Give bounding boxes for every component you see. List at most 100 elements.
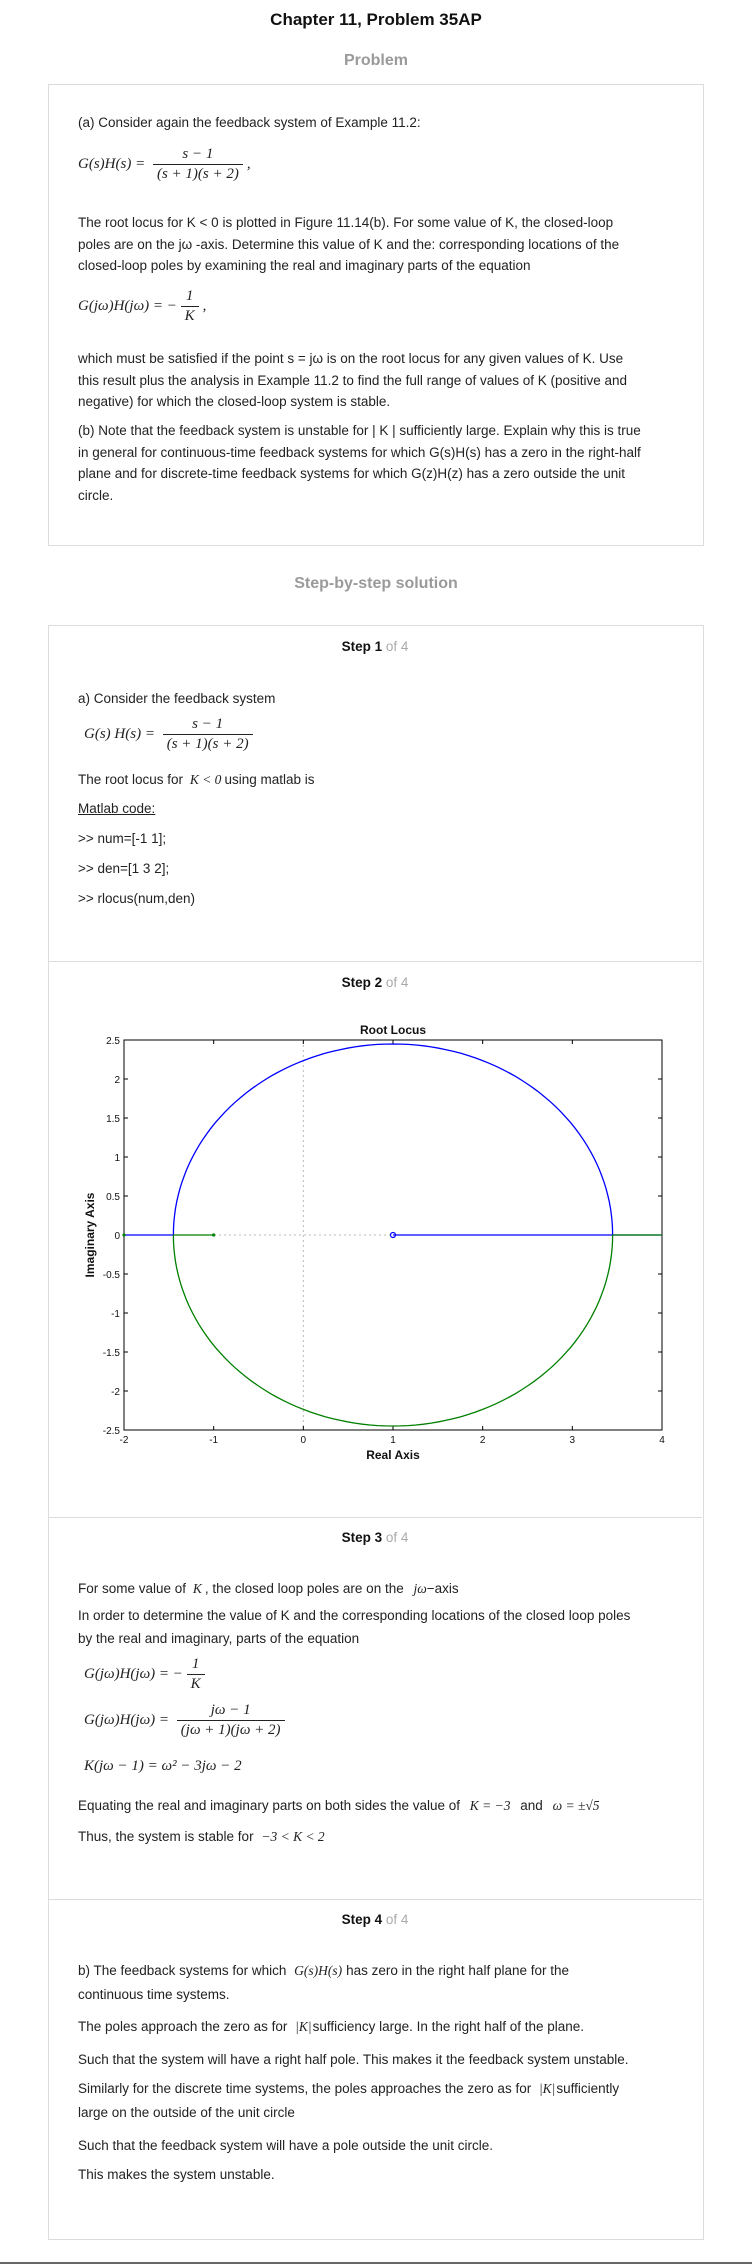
step3-l1-m2: jω [413, 1581, 427, 1596]
eqA-fraction: 1 K [186, 1656, 205, 1693]
y-tick-label: -2.5 [103, 1426, 121, 1437]
x-tick-label: 0 [301, 1435, 307, 1446]
y-tick-label: -2 [111, 1387, 120, 1398]
step4-line-5: Similarly for the discrete time systems,… [78, 2078, 678, 2100]
step1-l2-post: using matlab is [224, 772, 315, 787]
step3-equation-a: G(jω)H(jω) = − 1 K [84, 1656, 209, 1693]
step4-l3-post: sufficiency large. In the right half of … [312, 2019, 585, 2034]
step-divider [48, 1517, 702, 1518]
code-line-1: >> num=[-1 1]; [78, 831, 167, 846]
eq2-denominator: K [184, 308, 195, 324]
y-tick-label: 0 [114, 1231, 120, 1242]
problem-para1: The root locus for K < 0 is plotted in F… [78, 212, 678, 277]
code-line-2: >> den=[1 3 2]; [78, 861, 170, 876]
eqA-lhs: G(jω)H(jω) = − [84, 1665, 183, 1682]
eq1-fraction: s − 1 (s + 1)(s + 2) [152, 146, 243, 183]
para3-line: in general for continuous-time feedback … [78, 444, 641, 460]
eqA-numerator: 1 [186, 1656, 205, 1675]
eq1-numerator: s − 1 [152, 146, 243, 165]
para3-line: circle. [78, 487, 114, 503]
pole-marker [122, 1233, 126, 1237]
step4-line-4: Such that the system will have a right h… [78, 2052, 629, 2067]
x-axis-label: Real Axis [366, 1448, 420, 1462]
page-bottom-rule [0, 2262, 752, 2264]
para2-line: negative) for which the closed-loop syst… [78, 394, 391, 409]
step-of: of 4 [385, 1912, 409, 1927]
para3-line: plane and for discrete-time feedback sys… [78, 466, 625, 481]
matlab-label: Matlab code: [78, 801, 156, 816]
step1-equation: G(s) H(s) = s − 1 (s + 1)(s + 2) [84, 716, 257, 753]
step3-line-3: by the real and imaginary, parts of the … [78, 1631, 360, 1646]
step4-l5-m: |K| [538, 2081, 556, 2096]
para2-line: this result plus the analysis in Example… [78, 372, 628, 388]
step4-line-1: b) The feedback systems for which G(s)H(… [78, 1960, 678, 1982]
para2-line: which must be satisfied if the point s =… [78, 351, 624, 366]
step4-line-3: The poles approach the zero as for |K|su… [78, 2016, 678, 2038]
solution-heading: Step-by-step solution [294, 575, 458, 592]
step-of: of 4 [385, 975, 409, 990]
y-tick-label: 1.5 [106, 1114, 120, 1125]
step4-l3-m: |K| [295, 2019, 312, 2034]
step-divider [48, 1899, 702, 1900]
eq2-tail: , [202, 297, 207, 314]
eqB-fraction: jω − 1 (jω + 1)(jω + 2) [176, 1702, 285, 1739]
step3-l1-post: −axis [426, 1581, 459, 1596]
y-tick-label: 0.5 [106, 1192, 120, 1203]
step-3-header: Step 3 of 4 [48, 1530, 702, 1545]
step-word: Step [341, 1912, 371, 1927]
problem-heading: Problem [343, 52, 408, 69]
step1-l2-math: K < 0 [189, 772, 222, 787]
eq2-numerator: 1 [180, 288, 199, 307]
step-word: Step [341, 975, 371, 990]
y-tick-label: 2 [114, 1075, 120, 1086]
step4-line-8: This makes the system unstable. [78, 2167, 275, 2182]
step3-l5-m: −3 < K < 2 [261, 1829, 325, 1844]
step-number: 2 [374, 975, 383, 990]
step1-eq-fraction: s − 1 (s + 1)(s + 2) [162, 716, 253, 753]
step1-eq-numerator: s − 1 [162, 716, 253, 735]
x-tick-label: 1 [390, 1435, 396, 1446]
step-4-header: Step 4 of 4 [48, 1912, 702, 1927]
step3-line-1: For some value of K, the closed loop pol… [78, 1578, 678, 1600]
step-2-header: Step 2 of 4 [48, 975, 702, 990]
eqB-denominator: (jω + 1)(jω + 2) [180, 1722, 281, 1738]
step-number: 4 [374, 1912, 383, 1927]
eq1-lhs: G(s)H(s) = [78, 155, 146, 172]
step3-l4-m2: ω = ±√5 [552, 1798, 600, 1813]
step1-line-2: The root locus for K < 0 using matlab is [78, 769, 678, 791]
step3-equation-b: G(jω)H(jω) = jω − 1 (jω + 1)(jω + 2) [84, 1702, 289, 1739]
x-tick-label: 4 [659, 1435, 665, 1446]
step3-l1-mid: , the closed loop poles are on the [204, 1581, 404, 1596]
eq1-denominator: (s + 1)(s + 2) [156, 166, 239, 182]
step3-line-2: In order to determine the value of K and… [78, 1608, 631, 1623]
step-number: 3 [374, 1530, 383, 1545]
step3-l1-pre: For some value of [78, 1581, 187, 1596]
step-1-header: Step 1 of 4 [48, 639, 702, 654]
step3-line-4: Equating the real and imaginary parts on… [78, 1795, 678, 1817]
x-tick-label: 2 [480, 1435, 486, 1446]
equation-2: G(jω)H(jω) = − 1 K , [78, 288, 206, 325]
y-tick-label: 2.5 [106, 1036, 120, 1047]
problem-para2: which must be satisfied if the point s =… [78, 348, 678, 413]
step4-l1-m: G(s)H(s) [294, 1963, 343, 1978]
step4-l5-pre: Similarly for the discrete time systems,… [78, 2081, 532, 2096]
para1-line: closed-loop poles by examining the real … [78, 258, 531, 273]
x-tick-label: 3 [570, 1435, 576, 1446]
problem-para3: (b) Note that the feedback system is uns… [78, 420, 678, 506]
step3-l5-pre: Thus, the system is stable for [78, 1829, 254, 1844]
step4-line-6: large on the outside of the unit circle [78, 2105, 295, 2120]
y-tick-label: -1.5 [103, 1348, 121, 1359]
step-word: Step [341, 639, 371, 654]
step-divider [48, 961, 702, 962]
step3-l4-and: and [520, 1798, 543, 1813]
code-line-3: >> rlocus(num,den) [78, 891, 196, 906]
step3-l1-m1: K [192, 1581, 202, 1596]
step3-l4-pre: Equating the real and imaginary parts on… [78, 1798, 460, 1813]
problem-intro: (a) Consider again the feedback system o… [78, 115, 421, 130]
eqA-denominator: K [190, 1676, 201, 1692]
step1-l2-pre: The root locus for [78, 772, 184, 787]
step1-eq-lhs: G(s) H(s) = [84, 725, 155, 742]
y-axis-label: Imaginary Axis [83, 1192, 97, 1277]
step4-l5-post: sufficiently [556, 2081, 620, 2096]
step1-eq-denominator: (s + 1)(s + 2) [166, 736, 249, 752]
